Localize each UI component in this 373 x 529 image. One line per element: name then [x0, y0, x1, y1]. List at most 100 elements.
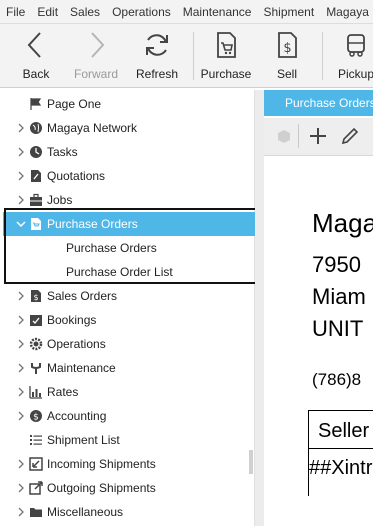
add-icon[interactable]: [308, 126, 328, 146]
tree-item-accounting[interactable]: $ Accounting: [3, 404, 255, 428]
tree-item-sales-orders[interactable]: $ Sales Orders: [3, 284, 255, 308]
refresh-label: Refresh: [135, 67, 179, 81]
tree-item-magaya-network[interactable]: Magaya Network: [3, 116, 255, 140]
incoming-icon: [29, 457, 43, 471]
toolbar-separator: [322, 32, 323, 80]
tree-item-purchase-orders-sub[interactable]: Purchase Orders: [3, 236, 255, 260]
tree-item-page-one[interactable]: Page One: [3, 92, 255, 116]
chevron-right-icon[interactable]: [16, 338, 26, 350]
dollar-circle-icon: $: [30, 410, 42, 423]
chevron-right-icon[interactable]: [16, 482, 26, 494]
menu-sales[interactable]: Sales: [70, 5, 100, 19]
refresh-button[interactable]: Refresh: [127, 30, 187, 84]
briefcase-icon: [30, 193, 42, 206]
tree-item-label: Outgoing Shipments: [47, 481, 156, 495]
chevron-right-icon[interactable]: [16, 458, 26, 470]
sell-label: Sell: [276, 67, 297, 81]
menu-maintenance[interactable]: Maintenance: [183, 5, 252, 19]
main-toolbar: Back Forward Refresh Purchase $ Sell Pic…: [0, 24, 373, 88]
globe-icon: [30, 122, 42, 134]
clock-icon: [30, 146, 42, 158]
tree-item-rates[interactable]: Rates: [3, 380, 255, 404]
tree-item-miscellaneous[interactable]: Miscellaneous: [3, 500, 255, 524]
tab-purchase-orders[interactable]: Purchase Orders: [264, 90, 373, 116]
back-arrow-icon: [27, 32, 41, 58]
address-line-2: Miam: [312, 284, 366, 309]
wrench-icon: [31, 363, 41, 374]
tree-item-label: Sales Orders: [47, 289, 118, 303]
seller-value-text: ##Xintr: [309, 457, 373, 479]
svg-text:$: $: [33, 293, 38, 302]
tree-item-label: Jobs: [47, 193, 73, 207]
chevron-down-icon[interactable]: [16, 218, 26, 230]
tree-item-label: Purchase Order List: [66, 265, 173, 279]
svg-text:$: $: [33, 413, 39, 423]
seller-header-text: Seller: [318, 420, 370, 442]
chevron-right-icon[interactable]: [16, 122, 26, 134]
tree-item-label: Incoming Shipments: [47, 457, 156, 471]
tree-item-incoming-shipments[interactable]: Incoming Shipments: [3, 452, 255, 476]
chevron-right-icon[interactable]: [16, 170, 26, 182]
navigation-tree: Page One Magaya Network Tasks Quotations…: [3, 90, 255, 526]
tree-item-outgoing-shipments[interactable]: Outgoing Shipments: [3, 476, 255, 500]
chevron-right-icon[interactable]: [16, 194, 26, 206]
pickup-label: Pickup: [337, 67, 373, 81]
tree-item-bookings[interactable]: Bookings: [3, 308, 255, 332]
back-button[interactable]: Back: [6, 30, 66, 84]
tree-item-maintenance[interactable]: Maintenance: [3, 356, 255, 380]
chevron-right-icon[interactable]: [16, 314, 26, 326]
purchase-label: Purchase: [200, 67, 252, 81]
tree-item-quotations[interactable]: Quotations: [3, 164, 255, 188]
chevron-right-icon[interactable]: [16, 362, 26, 374]
forward-button[interactable]: Forward: [66, 30, 126, 84]
forward-arrow-icon: [91, 32, 105, 58]
pencil-doc-icon: [31, 170, 41, 182]
tree-item-purchase-orders[interactable]: Purchase Orders: [3, 212, 255, 236]
tree-item-purchase-order-list[interactable]: Purchase Order List: [3, 260, 255, 284]
truck-icon: [347, 34, 365, 57]
menu-bar: File Edit Sales Operations Maintenance S…: [0, 0, 373, 24]
purchase-button[interactable]: Purchase: [196, 30, 256, 84]
chevron-right-icon[interactable]: [16, 506, 26, 518]
tree-item-label: Maintenance: [47, 361, 116, 375]
pickup-button[interactable]: Pickup: [326, 30, 373, 84]
sell-doc-icon: $: [278, 32, 297, 58]
chevron-right-icon[interactable]: [16, 146, 26, 158]
outgoing-icon: [29, 481, 43, 495]
company-name-text: Maga: [312, 208, 373, 238]
tree-item-label: Magaya Network: [47, 121, 138, 135]
folder-icon: [30, 508, 42, 517]
document-preview: Maga 7950 Miam UNIT (786)8 Seller ##Xint…: [264, 156, 373, 496]
tree-item-label: Accounting: [47, 409, 107, 423]
dollar-doc-icon: $: [31, 290, 41, 302]
tree-item-shipment-list[interactable]: Shipment List: [3, 428, 255, 452]
menu-edit[interactable]: Edit: [37, 5, 58, 19]
list-icon: [30, 435, 42, 445]
address-line-1: 7950: [312, 252, 361, 277]
sell-button[interactable]: $ Sell: [257, 30, 317, 84]
edit-pencil-icon[interactable]: [340, 126, 360, 146]
svg-text:$: $: [283, 41, 291, 56]
refresh-icon: [146, 34, 168, 56]
tree-item-label: Quotations: [47, 169, 106, 183]
tree-item-jobs[interactable]: Jobs: [3, 188, 255, 212]
menu-shipment[interactable]: Shipment: [263, 5, 314, 19]
chevron-right-icon[interactable]: [16, 386, 26, 398]
tree-item-label: Operations: [47, 337, 106, 351]
flag-icon: [30, 98, 42, 110]
tree-item-tasks[interactable]: Tasks: [3, 140, 255, 164]
menu-operations[interactable]: Operations: [112, 5, 171, 19]
tree-item-label: Bookings: [47, 313, 97, 327]
phone-text: (786)8: [312, 370, 362, 389]
tree-item-operations[interactable]: Operations: [3, 332, 255, 356]
bar-chart-icon: [29, 386, 42, 399]
chevron-right-icon[interactable]: [16, 410, 26, 422]
menu-magaya[interactable]: Magaya: [326, 5, 369, 19]
toolbar-separator: [298, 124, 299, 148]
chevron-right-icon[interactable]: [16, 290, 26, 302]
tree-item-label: Miscellaneous: [47, 505, 124, 519]
tree-item-label: Purchase Orders: [66, 241, 157, 255]
tree-item-label: Page One: [47, 97, 102, 111]
panel-splitter-handle[interactable]: [249, 450, 253, 474]
menu-file[interactable]: File: [6, 5, 25, 19]
